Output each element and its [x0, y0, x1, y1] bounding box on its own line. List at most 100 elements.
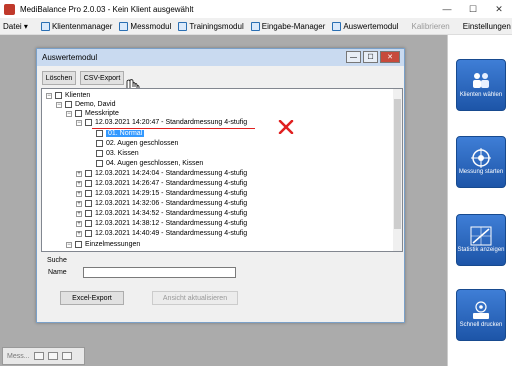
- ansicht-aktualisieren-button[interactable]: Ansicht aktualisieren: [152, 291, 238, 305]
- collapse-icon[interactable]: −: [56, 101, 62, 108]
- tree-node-session[interactable]: + 12.03.2021 14:26:47 - Standardmessung …: [76, 179, 247, 188]
- tree-checkbox[interactable]: [85, 190, 92, 197]
- tree-scrollbar[interactable]: [393, 89, 402, 251]
- tree-checkbox[interactable]: [85, 180, 92, 187]
- tile-statistik-label: Statistik anzeigen: [457, 247, 505, 253]
- expand-icon[interactable]: +: [76, 210, 82, 217]
- minimized-window[interactable]: Mess...: [2, 347, 85, 365]
- tree-label-selected: 01. Normal: [106, 130, 145, 137]
- tree-label: 12.03.2021 14:24:04 - Standardmessung 4-…: [95, 170, 248, 177]
- menu-klientenmanager[interactable]: Klientenmanager: [40, 21, 112, 31]
- name-search-input[interactable]: [83, 267, 236, 278]
- tree-node-sub[interactable]: 02. Augen geschlossen: [96, 139, 178, 148]
- restore-icon[interactable]: [33, 352, 44, 360]
- expand-icon[interactable]: +: [76, 230, 82, 237]
- tree-checkbox[interactable]: [85, 210, 92, 217]
- maximize-icon[interactable]: [47, 352, 58, 360]
- tree-checkbox[interactable]: [96, 150, 103, 157]
- tree-node-session[interactable]: + 12.03.2021 14:24:04 - Standardmessung …: [76, 169, 247, 178]
- tree-checkbox[interactable]: [85, 170, 92, 177]
- expand-icon[interactable]: +: [76, 170, 82, 177]
- klienten-waehlen-button[interactable]: Klienten wählen: [456, 59, 506, 111]
- tree-node-session[interactable]: + 12.03.2021 14:38:12 - Standardmessung …: [76, 219, 247, 228]
- search-heading: Suche: [47, 257, 67, 264]
- tree-node-session[interactable]: + 12.03.2021 14:34:52 - Standardmessung …: [76, 209, 247, 218]
- menu-kalibrieren-label: Kalibrieren: [411, 21, 450, 31]
- menu-datei-label: Datei: [3, 21, 22, 31]
- trainingsmodul-icon: [178, 21, 188, 31]
- tree-node-messkripte[interactable]: − Messkripte: [66, 109, 119, 118]
- tree-checkbox[interactable]: [75, 241, 82, 248]
- tree-label: 12.03.2021 14:38:12 - Standardmessung 4-…: [95, 220, 248, 227]
- menu-kalibrieren[interactable]: Kalibrieren: [411, 22, 449, 31]
- tree-checkbox[interactable]: [96, 160, 103, 167]
- expand-icon[interactable]: +: [76, 180, 82, 187]
- csv-export-button[interactable]: CSV-Export: [80, 71, 124, 85]
- scrollbar-thumb[interactable]: [394, 99, 401, 229]
- tree-node-klienten[interactable]: − Klienten: [46, 91, 90, 100]
- tree-node-sub[interactable]: 01. Normal: [96, 129, 145, 138]
- tree-label: 03. Kissen: [106, 150, 139, 157]
- title-bar: MediBalance Pro 2.0.03 - Kein Klient aus…: [0, 0, 512, 18]
- menu-eingabe-manager[interactable]: Eingabe-Manager: [250, 21, 325, 31]
- klienten-tree[interactable]: − Klienten − Demo, David − Messkripte − …: [41, 88, 403, 252]
- name-label: Name: [48, 269, 67, 276]
- messung-starten-button[interactable]: Messung starten: [456, 136, 506, 188]
- schnell-drucken-button[interactable]: Schnell drucken: [456, 289, 506, 341]
- tree-label: 12.03.2021 14:32:06 - Standardmessung 4-…: [95, 200, 248, 207]
- tree-checkbox[interactable]: [85, 220, 92, 227]
- tree-checkbox[interactable]: [96, 130, 103, 137]
- tree-node-einzelmessungen[interactable]: − Einzelmessungen: [66, 240, 140, 249]
- right-panel: Klienten wählen Messung starten Statisti…: [447, 35, 512, 366]
- collapse-icon[interactable]: −: [66, 241, 72, 248]
- dialog-minimize-button[interactable]: —: [346, 51, 361, 63]
- tree-node-session[interactable]: − 12.03.2021 14:20:47 - Standardmessung …: [76, 118, 247, 127]
- tree-node-session[interactable]: + 12.03.2021 14:32:06 - Standardmessung …: [76, 199, 247, 208]
- collapse-icon[interactable]: −: [66, 110, 72, 117]
- menu-einstellungen[interactable]: Einstellungen ▾: [463, 22, 512, 31]
- tree-node-client[interactable]: − Demo, David: [56, 100, 115, 109]
- tree-checkbox[interactable]: [55, 92, 62, 99]
- tree-node-session[interactable]: + 12.03.2021 14:40:49 - Standardmessung …: [76, 229, 247, 238]
- tree-label: 12.03.2021 14:26:47 - Standardmessung 4-…: [95, 180, 248, 187]
- auswertemodul-dialog: Auswertemodul — ☐ ✕ Löschen CSV-Export −…: [36, 48, 405, 323]
- menu-messmodul-label: Messmodul: [130, 21, 172, 31]
- search-section: Suche Name Excel-Export Ansicht aktualis…: [41, 255, 403, 319]
- menu-einstellungen-label: Einstellungen: [462, 21, 511, 31]
- collapse-icon[interactable]: −: [46, 92, 52, 99]
- tree-checkbox[interactable]: [85, 119, 92, 126]
- tree-checkbox[interactable]: [65, 101, 72, 108]
- menu-auswertemodul[interactable]: Auswertemodul: [332, 21, 399, 31]
- tree-checkbox[interactable]: [75, 110, 82, 117]
- tree-node-sub[interactable]: 04. Augen geschlossen, Kissen: [96, 159, 203, 168]
- chart-icon: [470, 226, 492, 246]
- close-icon[interactable]: [61, 352, 72, 360]
- menu-messmodul[interactable]: Messmodul: [119, 21, 172, 31]
- tree-label: 04. Augen geschlossen, Kissen: [106, 160, 204, 167]
- expand-icon[interactable]: +: [76, 190, 82, 197]
- dialog-maximize-button[interactable]: ☐: [363, 51, 378, 63]
- tree-node-sub[interactable]: 03. Kissen: [96, 149, 139, 158]
- tree-checkbox[interactable]: [85, 200, 92, 207]
- dialog-close-button[interactable]: ✕: [380, 51, 400, 63]
- maximize-button[interactable]: ☐: [460, 0, 486, 18]
- eingabe-manager-icon: [250, 21, 260, 31]
- tree-node-session[interactable]: + 12.03.2021 14:29:15 - Standardmessung …: [76, 189, 247, 198]
- excel-export-button[interactable]: Excel-Export: [60, 291, 124, 305]
- expand-icon[interactable]: +: [76, 200, 82, 207]
- menu-trainingsmodul-label: Trainingsmodul: [189, 21, 244, 31]
- tree-label: 12.03.2021 14:34:52 - Standardmessung 4-…: [95, 210, 248, 217]
- menu-trainingsmodul[interactable]: Trainingsmodul: [178, 21, 244, 31]
- collapse-icon[interactable]: −: [76, 119, 82, 126]
- expand-icon[interactable]: +: [76, 220, 82, 227]
- minimize-button[interactable]: —: [434, 0, 460, 18]
- loeschen-button[interactable]: Löschen: [42, 71, 76, 85]
- tree-checkbox[interactable]: [96, 140, 103, 147]
- statistik-anzeigen-button[interactable]: Statistik anzeigen: [456, 214, 506, 266]
- menu-datei[interactable]: Datei ▾: [3, 22, 28, 31]
- close-button[interactable]: ✕: [486, 0, 512, 18]
- menu-auswertemodul-label: Auswertemodul: [343, 21, 399, 31]
- tree-label: 12.03.2021 14:40:49 - Standardmessung 4-…: [95, 230, 248, 237]
- klientenmanager-icon: [40, 21, 50, 31]
- tree-checkbox[interactable]: [85, 230, 92, 237]
